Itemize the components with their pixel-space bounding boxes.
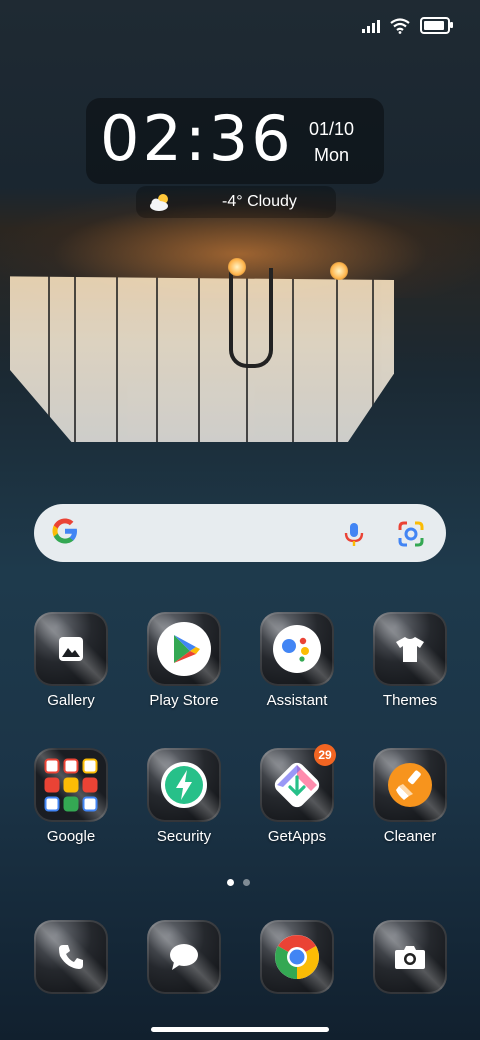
app-label: Google xyxy=(46,828,96,845)
wallpaper-tent xyxy=(10,276,394,442)
notification-badge: 29 xyxy=(314,744,336,766)
wallpaper-lamp xyxy=(330,262,348,280)
google-lens-icon[interactable] xyxy=(396,519,426,549)
home-gesture-bar[interactable] xyxy=(151,1027,329,1032)
app-themes[interactable]: Themes xyxy=(355,612,465,709)
play-store-icon xyxy=(147,612,221,686)
app-label: Play Store xyxy=(149,692,219,709)
app-play-store[interactable]: Play Store xyxy=(129,612,239,709)
app-security[interactable]: Security xyxy=(129,748,239,845)
partly-cloudy-icon xyxy=(150,194,168,211)
status-bar xyxy=(362,17,453,34)
app-label: Themes xyxy=(382,692,438,709)
battery-icon xyxy=(420,17,453,34)
clock-time: 02:36 xyxy=(100,102,294,175)
google-folder-icon xyxy=(34,748,108,822)
themes-icon xyxy=(373,612,447,686)
app-assistant[interactable]: Assistant xyxy=(242,612,352,709)
page-indicator xyxy=(227,879,250,886)
assistant-icon xyxy=(260,612,334,686)
chrome-icon xyxy=(260,920,334,994)
page-dot-active xyxy=(227,879,234,886)
wifi-icon xyxy=(390,17,410,34)
app-gallery[interactable]: Gallery xyxy=(16,612,126,709)
gallery-icon xyxy=(34,612,108,686)
messages-icon xyxy=(147,920,221,994)
app-cleaner[interactable]: Cleaner xyxy=(355,748,465,845)
dock-chrome[interactable] xyxy=(242,920,352,994)
clock-date-block: 01/10 Mon xyxy=(309,116,354,168)
phone-icon xyxy=(34,920,108,994)
clock-day: Mon xyxy=(313,145,349,165)
cleaner-icon xyxy=(373,748,447,822)
clock-widget[interactable]: 02:36 01/10 Mon xyxy=(86,98,384,184)
app-google-folder[interactable]: Google xyxy=(16,748,126,845)
security-icon xyxy=(147,748,221,822)
app-label: Security xyxy=(156,828,212,845)
wallpaper-arch xyxy=(229,268,273,368)
app-label: GetApps xyxy=(267,828,327,845)
clock-date: 01/10 xyxy=(308,119,354,139)
wallpaper-lamp xyxy=(228,258,246,276)
app-label: Cleaner xyxy=(383,828,437,845)
app-label: Assistant xyxy=(266,692,328,709)
weather-widget[interactable]: -4° Cloudy xyxy=(136,186,336,218)
weather-text: -4° Cloudy xyxy=(222,193,297,210)
signal-icon xyxy=(362,19,380,33)
microphone-icon[interactable] xyxy=(339,519,369,549)
app-getapps[interactable]: 29 GetApps xyxy=(242,744,352,845)
google-logo xyxy=(48,514,82,548)
app-label: Gallery xyxy=(47,692,95,709)
camera-icon xyxy=(373,920,447,994)
battery-fill xyxy=(424,21,444,30)
google-search-bar[interactable] xyxy=(34,504,446,562)
dock-camera[interactable] xyxy=(355,920,465,994)
page-dot xyxy=(243,879,250,886)
dock-messages[interactable] xyxy=(129,920,239,994)
dock-phone[interactable] xyxy=(16,920,126,994)
